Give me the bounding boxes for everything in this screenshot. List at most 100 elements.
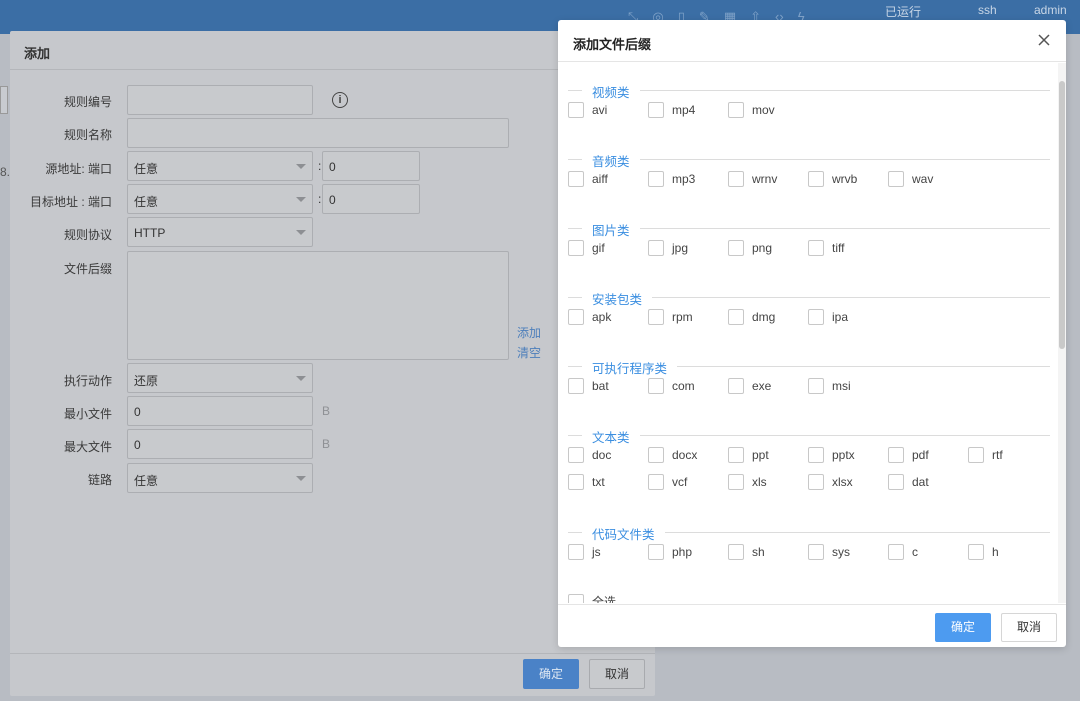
suffix-checkbox-jpg[interactable]: jpg [648, 239, 688, 256]
suffix-checkbox-doc[interactable]: doc [568, 446, 611, 463]
suffix-checkbox-dmg[interactable]: dmg [728, 308, 775, 325]
checkbox-box[interactable] [568, 101, 584, 118]
checkbox-box[interactable] [808, 446, 824, 463]
suffix-confirm-button[interactable]: 确定 [935, 613, 991, 642]
suffix-checkbox-rpm[interactable]: rpm [648, 308, 693, 325]
suffix-checkbox-avi[interactable]: avi [568, 101, 607, 118]
checkbox-box[interactable] [728, 308, 744, 325]
checkbox-box[interactable] [568, 543, 584, 560]
checkbox-box[interactable] [648, 308, 664, 325]
checkbox-box[interactable] [648, 377, 664, 394]
checkbox-box[interactable] [648, 543, 664, 560]
dst-port-input[interactable]: 0 [322, 184, 420, 214]
clear-suffix-link[interactable]: 清空 [517, 344, 541, 361]
close-icon[interactable] [1036, 32, 1052, 48]
suffix-checkbox-mp4[interactable]: mp4 [648, 101, 695, 118]
min-size-input[interactable]: 0 [127, 396, 313, 426]
suffix-checkbox-pptx[interactable]: pptx [808, 446, 855, 463]
suffix-checkbox-sys[interactable]: sys [808, 543, 850, 560]
checkbox-box[interactable] [808, 473, 824, 490]
suffix-checkbox-wrnv[interactable]: wrnv [728, 170, 777, 187]
suffix-checkbox-aiff[interactable]: aiff [568, 170, 608, 187]
checkbox-box[interactable] [808, 239, 824, 256]
suffix-cancel-button[interactable]: 取消 [1001, 613, 1057, 642]
suffix-checkbox-ipa[interactable]: ipa [808, 308, 848, 325]
rule-name-input[interactable] [127, 118, 509, 148]
suffix-checkbox-sh[interactable]: sh [728, 543, 765, 560]
suffix-checkbox-xlsx[interactable]: xlsx [808, 473, 853, 490]
checkbox-box[interactable] [888, 170, 904, 187]
checkbox-box[interactable] [568, 446, 584, 463]
checkbox-box[interactable] [648, 101, 664, 118]
scrollbar-thumb[interactable] [1059, 81, 1065, 349]
dst-address-select[interactable]: 任意 [127, 184, 313, 214]
select-all-checkbox[interactable]: 全选 [568, 593, 616, 603]
suffix-checkbox-apk[interactable]: apk [568, 308, 611, 325]
link-select[interactable]: 任意 [127, 463, 313, 493]
suffix-checkbox-php[interactable]: php [648, 543, 692, 560]
cancel-button[interactable]: 取消 [589, 659, 645, 689]
checkbox-box[interactable] [648, 170, 664, 187]
checkbox-box[interactable] [648, 446, 664, 463]
max-size-input[interactable]: 0 [127, 429, 313, 459]
rule-no-input[interactable] [127, 85, 313, 115]
checkbox-box[interactable] [888, 543, 904, 560]
action-select[interactable]: 还原 [127, 363, 313, 393]
checkbox-box[interactable] [808, 377, 824, 394]
suffix-checkbox-vcf[interactable]: vcf [648, 473, 687, 490]
suffix-checkbox-msi[interactable]: msi [808, 377, 851, 394]
checkbox-box[interactable] [648, 473, 664, 490]
checkbox-box[interactable] [888, 473, 904, 490]
suffix-checkbox-dat[interactable]: dat [888, 473, 929, 490]
user-menu[interactable]: admin [1034, 3, 1067, 17]
suffix-checkbox-png[interactable]: png [728, 239, 772, 256]
info-icon[interactable]: i [332, 92, 348, 108]
suffix-checkbox-h[interactable]: h [968, 543, 999, 560]
checkbox-box[interactable] [728, 543, 744, 560]
checkbox-box[interactable] [728, 101, 744, 118]
dialog-title: 添加 [24, 46, 51, 61]
checkbox-box[interactable] [968, 543, 984, 560]
checkbox-box[interactable] [728, 239, 744, 256]
checkbox-box[interactable] [568, 239, 584, 256]
confirm-button[interactable]: 确定 [523, 659, 579, 689]
checkbox-box[interactable] [728, 473, 744, 490]
checkbox-box[interactable] [568, 170, 584, 187]
suffix-checkbox-xls[interactable]: xls [728, 473, 767, 490]
suffix-checkbox-com[interactable]: com [648, 377, 695, 394]
suffix-checkbox-mp3[interactable]: mp3 [648, 170, 695, 187]
checkbox-box[interactable] [568, 473, 584, 490]
src-port-input[interactable]: 0 [322, 151, 420, 181]
checkbox-box[interactable] [568, 377, 584, 394]
suffix-checkbox-gif[interactable]: gif [568, 239, 605, 256]
suffix-checkbox-js[interactable]: js [568, 543, 601, 560]
checkbox-box[interactable] [648, 239, 664, 256]
suffix-checkbox-txt[interactable]: txt [568, 473, 605, 490]
src-address-select[interactable]: 任意 [127, 151, 313, 181]
suffix-checkbox-exe[interactable]: exe [728, 377, 771, 394]
suffix-checkbox-c[interactable]: c [888, 543, 918, 560]
checkbox-box[interactable] [808, 308, 824, 325]
scrollbar[interactable] [1058, 63, 1066, 603]
checkbox-box[interactable] [808, 170, 824, 187]
checkbox-box[interactable] [808, 543, 824, 560]
suffix-checkbox-ppt[interactable]: ppt [728, 446, 769, 463]
checkbox-box[interactable] [728, 446, 744, 463]
suffix-checkbox-rtf[interactable]: rtf [968, 446, 1003, 463]
suffix-checkbox-pdf[interactable]: pdf [888, 446, 929, 463]
checkbox-box[interactable] [888, 446, 904, 463]
checkbox-box[interactable] [728, 377, 744, 394]
suffix-checkbox-wrvb[interactable]: wrvb [808, 170, 857, 187]
checkbox-box[interactable] [728, 170, 744, 187]
checkbox-box[interactable] [568, 593, 584, 603]
suffix-checkbox-wav[interactable]: wav [888, 170, 933, 187]
suffix-checkbox-bat[interactable]: bat [568, 377, 609, 394]
checkbox-box[interactable] [568, 308, 584, 325]
protocol-select[interactable]: HTTP [127, 217, 313, 247]
suffix-checkbox-docx[interactable]: docx [648, 446, 697, 463]
add-suffix-link[interactable]: 添加 [517, 324, 541, 341]
suffix-textarea[interactable] [127, 251, 509, 360]
suffix-checkbox-mov[interactable]: mov [728, 101, 775, 118]
checkbox-box[interactable] [968, 446, 984, 463]
suffix-checkbox-tiff[interactable]: tiff [808, 239, 844, 256]
